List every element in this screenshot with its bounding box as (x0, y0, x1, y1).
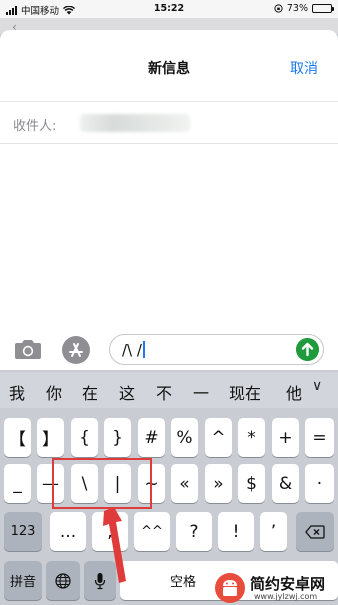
candidate-item[interactable]: 你 (46, 380, 62, 404)
key[interactable]: ! (218, 512, 254, 551)
watermark-url: www.jylzwj.com (254, 592, 318, 601)
status-bar: 中国移动 15:22 73% (0, 0, 338, 18)
key[interactable]: } (104, 418, 131, 457)
message-text: /\ / (122, 341, 145, 359)
candidate-item[interactable]: 我 (9, 380, 25, 404)
key[interactable]: = (305, 418, 334, 457)
key[interactable]: ? (176, 512, 212, 551)
message-input[interactable]: /\ / (109, 334, 324, 365)
candidate-bar: 我 你 在 这 不 一 现在 他 ∨ (0, 372, 338, 408)
new-message-sheet: 新信息 取消 收件人: /\ / (0, 30, 338, 370)
key[interactable]: 】 (37, 418, 64, 457)
key[interactable]: ^^ (134, 512, 170, 551)
send-arrow-icon[interactable] (296, 338, 319, 361)
key[interactable]: + (272, 418, 299, 457)
pointer-arrow-icon (103, 507, 126, 583)
key[interactable]: # (138, 418, 165, 457)
key[interactable]: & (272, 464, 299, 503)
text-caret (142, 341, 145, 358)
candidate-item[interactable]: 一 (193, 380, 209, 404)
recipient-label: 收件人: (13, 119, 57, 134)
watermark: 简约安卓网 www.jylzwj.com (214, 570, 338, 605)
watermark-title: 简约安卓网 (250, 575, 326, 593)
battery-percent: 73% (286, 3, 308, 14)
backspace-icon (305, 524, 325, 539)
candidate-item[interactable]: 不 (156, 380, 172, 404)
key[interactable]: ^ (205, 418, 232, 457)
page-title: 新信息 (148, 61, 190, 77)
key[interactable]: « (171, 464, 198, 503)
battery-icon (312, 4, 334, 13)
candidate-item[interactable]: 现在 (229, 380, 261, 404)
key[interactable]: * (238, 418, 265, 457)
android-logo-icon (215, 573, 245, 603)
key[interactable]: 【 (4, 418, 31, 457)
pinyin-key[interactable]: 拼音 (4, 561, 42, 600)
space-label: 空格 (170, 575, 197, 590)
numbers-mode-key[interactable]: 123 (4, 512, 42, 551)
candidate-item[interactable]: 在 (82, 380, 98, 404)
candidate-item[interactable]: 他 (286, 380, 302, 404)
globe-icon (55, 572, 71, 589)
recipient-blurred (80, 114, 190, 132)
key[interactable]: ... (50, 512, 86, 551)
highlight-box (52, 458, 152, 509)
key[interactable]: $ (238, 464, 265, 503)
key[interactable]: » (205, 464, 232, 503)
backspace-key[interactable] (296, 512, 334, 551)
key[interactable]: { (71, 418, 98, 457)
recipient-row[interactable]: 收件人: (0, 101, 338, 144)
key[interactable]: · (305, 464, 334, 503)
key[interactable]: _ (4, 464, 31, 503)
orientation-lock-icon (274, 4, 283, 13)
globe-key[interactable] (46, 561, 80, 600)
key[interactable]: % (171, 418, 198, 457)
candidate-item[interactable]: 这 (119, 380, 135, 404)
key[interactable]: ’ (260, 512, 287, 551)
compose-bar: /\ / (0, 330, 338, 370)
cancel-button[interactable]: 取消 (290, 58, 318, 78)
camera-icon[interactable] (14, 338, 42, 360)
appstore-icon[interactable] (61, 335, 91, 365)
chevron-down-icon[interactable]: ∨ (312, 378, 322, 394)
